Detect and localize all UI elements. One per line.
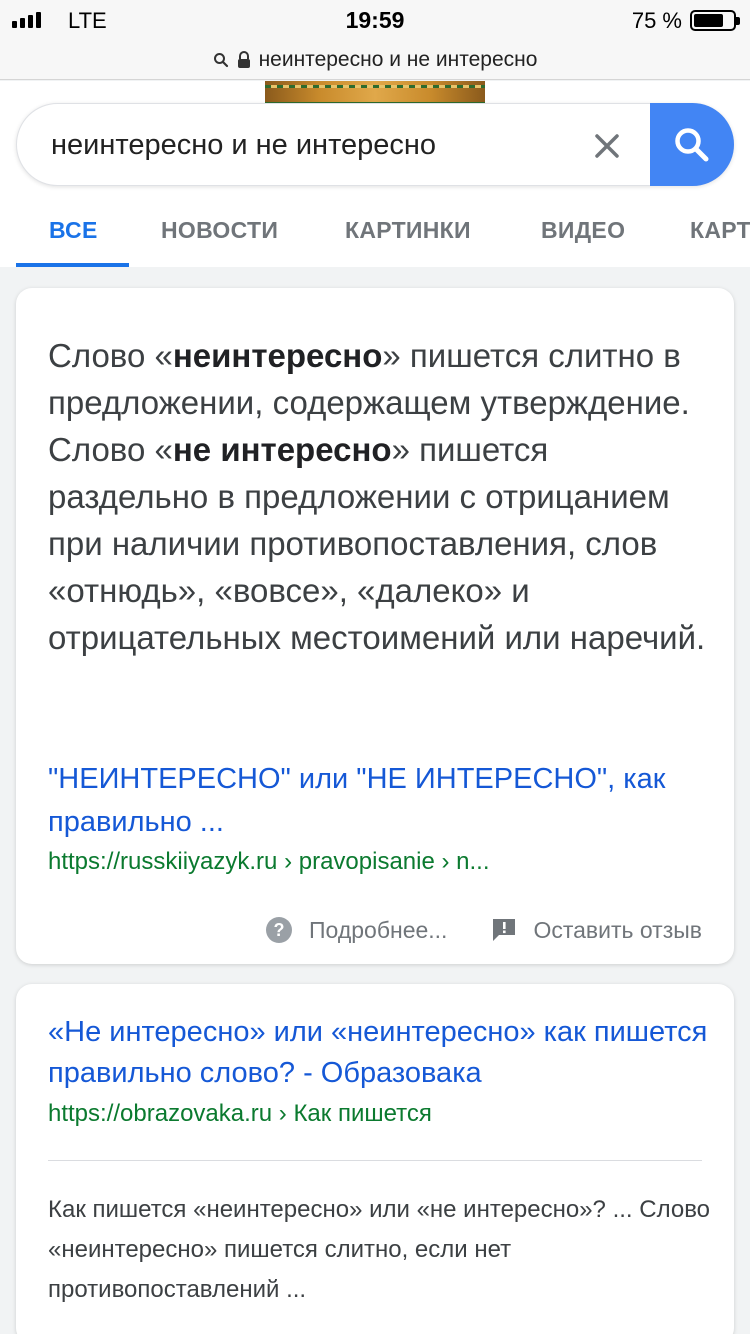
address-text: неинтересно и не интересно bbox=[258, 47, 538, 71]
tab-images[interactable]: КАРТИНКИ bbox=[345, 217, 471, 244]
result-snippet: Как пишется «неинтересно» или «не интере… bbox=[48, 1196, 711, 1303]
featured-snippet-card: Слово «неинтересно» пишется слитно в пре… bbox=[16, 288, 734, 964]
google-doodle-logo[interactable] bbox=[265, 81, 485, 104]
search-tabs: ВСЕ НОВОСТИ КАРТИНКИ ВИДЕО КАРТ bbox=[0, 207, 750, 267]
featured-answer-text: Слово «неинтересно» пишется слитно в пре… bbox=[48, 332, 708, 661]
search-box[interactable]: неинтересно и не интересно bbox=[16, 103, 734, 186]
tab-maps[interactable]: КАРТ bbox=[690, 217, 750, 244]
result-url: https://obrazovaka.ru › Как пишется bbox=[48, 1100, 432, 1127]
help-icon[interactable]: ? bbox=[265, 916, 293, 944]
more-info-link[interactable]: Подробнее... bbox=[309, 917, 447, 944]
battery-icon bbox=[690, 10, 740, 31]
search-input[interactable]: неинтересно и не интересно bbox=[51, 104, 436, 187]
clear-icon[interactable] bbox=[587, 126, 627, 166]
svg-text:?: ? bbox=[274, 920, 285, 940]
feedback-row: ? Подробнее... Оставить отзыв bbox=[265, 916, 702, 944]
tab-news[interactable]: НОВОСТИ bbox=[161, 217, 278, 244]
search-header: неинтересно и не интересно ВСЕ НОВОСТИ К… bbox=[0, 81, 750, 267]
search-button[interactable] bbox=[650, 103, 734, 186]
answer-bold-term: не интересно bbox=[172, 431, 392, 468]
tab-all[interactable]: ВСЕ bbox=[49, 217, 98, 244]
featured-source-url: https://russkiiyazyk.ru › pravopisanie ›… bbox=[48, 848, 490, 875]
leave-feedback-link[interactable]: Оставить отзыв bbox=[533, 917, 702, 944]
answer-bold-term: неинтересно bbox=[172, 337, 383, 374]
search-result-card: «Не интересно» или «неинтересно» как пиш… bbox=[16, 984, 734, 1334]
battery-percent: 75 % bbox=[631, 8, 682, 33]
search-icon bbox=[675, 127, 709, 161]
answer-text-run: Слово « bbox=[48, 337, 173, 374]
status-bar: LTE 19:59 75 % bbox=[0, 0, 750, 40]
featured-source-link[interactable]: "НЕИНТЕРЕСНО" или "НЕ ИНТЕРЕСНО", как пр… bbox=[48, 758, 708, 844]
divider bbox=[48, 1160, 702, 1161]
active-tab-indicator bbox=[16, 263, 129, 267]
address-bar[interactable]: неинтересно и не интересно bbox=[0, 40, 750, 80]
result-title-link[interactable]: «Не интересно» или «неинтересно» как пиш… bbox=[48, 1012, 708, 1094]
tab-video[interactable]: ВИДЕО bbox=[541, 217, 625, 244]
lock-icon bbox=[237, 50, 251, 69]
search-icon bbox=[213, 52, 229, 68]
feedback-icon[interactable] bbox=[491, 917, 517, 943]
